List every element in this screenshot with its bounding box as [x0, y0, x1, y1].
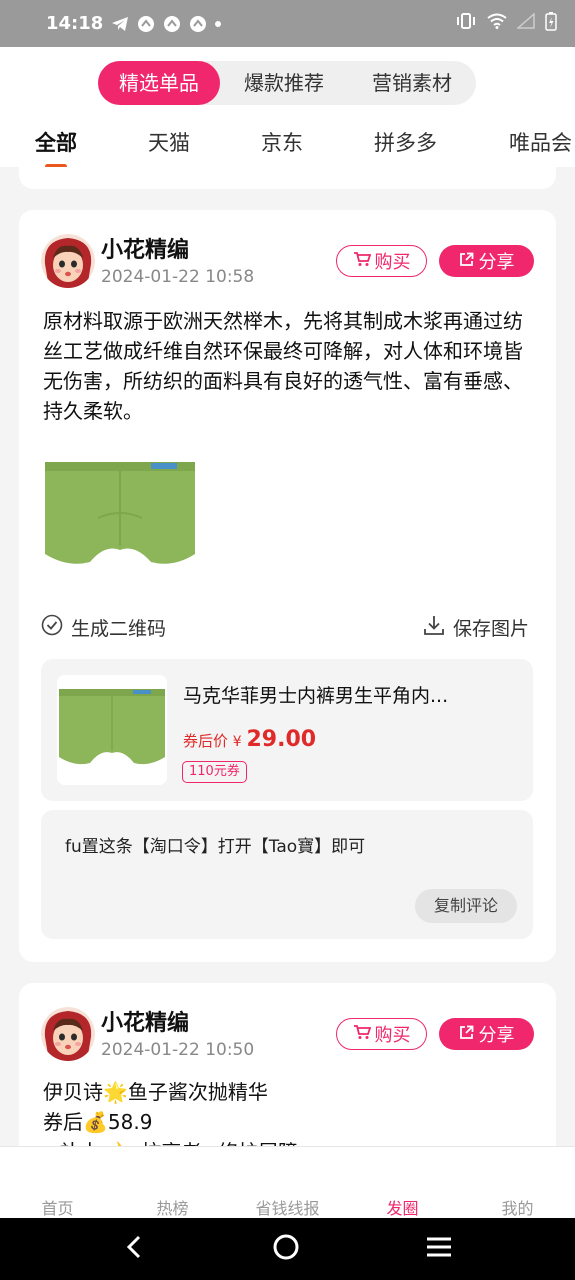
back-icon[interactable] [123, 1233, 147, 1265]
header: 精选单品 爆款推荐 营销素材 全部 天猫 京东 拼多多 唯品会 [0, 47, 575, 169]
generate-qrcode-label: 生成二维码 [71, 618, 167, 640]
tab-pinduoduo[interactable]: 拼多多 [374, 125, 437, 161]
nav-moments[interactable]: 发圈 [345, 1195, 460, 1219]
goods-title: 马克华菲男士内裤男生平角内... [183, 685, 449, 707]
comment-text: fu置这条【淘口令】打开【Tao寶】即可 [65, 837, 366, 857]
buy-button[interactable]: 购买 [336, 245, 427, 277]
status-time: 14:18 [46, 13, 104, 34]
tab-vipshop[interactable]: 唯品会 [509, 125, 572, 161]
tab-tmall[interactable]: 天猫 [148, 125, 190, 161]
cart-icon [353, 1024, 371, 1045]
tab-all[interactable]: 全部 [35, 125, 77, 161]
goods-thumbnail [57, 675, 167, 785]
nav-hot-list[interactable]: 热榜 [115, 1195, 230, 1219]
comment-box: fu置这条【淘口令】打开【Tao寶】即可 复制评论 [41, 810, 533, 939]
share-icon [459, 251, 474, 272]
home-circle-icon[interactable] [272, 1233, 300, 1265]
signal-icon [516, 12, 535, 34]
app-icon [189, 15, 207, 33]
wifi-icon [487, 13, 507, 34]
avatar [41, 234, 95, 288]
nav-home[interactable]: 首页 [0, 1195, 115, 1219]
share-button[interactable]: 分享 [439, 245, 534, 277]
post-card: 小花精编 2024-01-22 10:50 购买 分享 伊贝诗🌟鱼子酱次抛精华 … [19, 983, 556, 1147]
author-name: 小花精编 [101, 1011, 190, 1036]
share-button-label: 分享 [478, 1025, 515, 1046]
app-icon [163, 15, 181, 33]
app-icon [137, 15, 155, 33]
check-circle-icon [41, 614, 63, 641]
author-name: 小花精编 [101, 238, 190, 263]
tab-jd[interactable]: 京东 [261, 125, 303, 161]
cart-icon [353, 251, 371, 272]
product-image[interactable] [43, 458, 198, 578]
post-content-line: 伊贝诗🌟鱼子酱次抛精华 [43, 1080, 268, 1104]
segment-control: 精选单品 爆款推荐 营销素材 [98, 61, 476, 105]
segment-marketing-material[interactable]: 营销素材 [348, 61, 476, 105]
telegram-icon [111, 16, 129, 32]
goods-card[interactable]: 马克华菲男士内裤男生平角内... 券后价 ¥ 29.00 110元券 [41, 659, 533, 801]
post-card: 小花精编 2024-01-22 10:58 购买 分享 原材料取源于欧洲天然榉木… [19, 210, 556, 962]
status-bar: 14:18 [0, 0, 575, 47]
post-date: 2024-01-22 10:50 [101, 1040, 255, 1060]
save-image-button[interactable]: 保存图片 [423, 614, 529, 641]
nav-deals[interactable]: 省钱线报 [230, 1195, 345, 1219]
post-content-line: 券后💰58.9 [43, 1110, 153, 1134]
post-content: 原材料取源于欧洲天然榉木，先将其制成木浆再通过纺丝工艺做成纤维自然环保最终可降解… [43, 309, 523, 423]
price-row: 券后价 ¥ 29.00 [183, 727, 316, 752]
battery-charging-icon [545, 11, 557, 36]
buy-button-label: 购买 [374, 1025, 411, 1046]
share-button[interactable]: 分享 [439, 1018, 534, 1050]
generate-qrcode-button[interactable]: 生成二维码 [41, 614, 166, 641]
previous-card [19, 167, 556, 189]
avatar [41, 1007, 95, 1061]
copy-comment-button[interactable]: 复制评论 [415, 889, 517, 923]
share-icon [459, 1024, 474, 1045]
feed[interactable]: 小花精编 2024-01-22 10:58 购买 分享 原材料取源于欧洲天然榉木… [0, 167, 575, 1147]
buy-button-label: 购买 [374, 252, 411, 273]
price-currency: ¥ [232, 734, 242, 750]
platform-tabs: 全部 天猫 京东 拼多多 唯品会 [0, 125, 575, 169]
menu-icon[interactable] [425, 1235, 453, 1263]
vibrate-icon [455, 12, 477, 35]
coupon-badge: 110元券 [182, 761, 247, 783]
segment-hot-recommend[interactable]: 爆款推荐 [220, 61, 348, 105]
nav-mine[interactable]: 我的 [460, 1195, 575, 1219]
bottom-nav: 首页 热榜 省钱线报 发圈 我的 [0, 1146, 575, 1218]
post-content: 伊贝诗🌟鱼子酱次抛精华 券后💰58.9 ✓补水🌙✓抗衰老✓修护屏障 [43, 1077, 538, 1147]
price-label: 券后价 [183, 732, 229, 750]
goods-price: 29.00 [246, 727, 317, 752]
buy-button[interactable]: 购买 [336, 1018, 427, 1050]
segment-selected-goods[interactable]: 精选单品 [98, 61, 220, 105]
post-date: 2024-01-22 10:58 [101, 267, 255, 287]
download-icon [423, 614, 445, 641]
dot-icon [215, 20, 222, 27]
system-navigation-bar [0, 1218, 575, 1280]
save-image-label: 保存图片 [453, 618, 530, 640]
share-button-label: 分享 [478, 252, 515, 273]
